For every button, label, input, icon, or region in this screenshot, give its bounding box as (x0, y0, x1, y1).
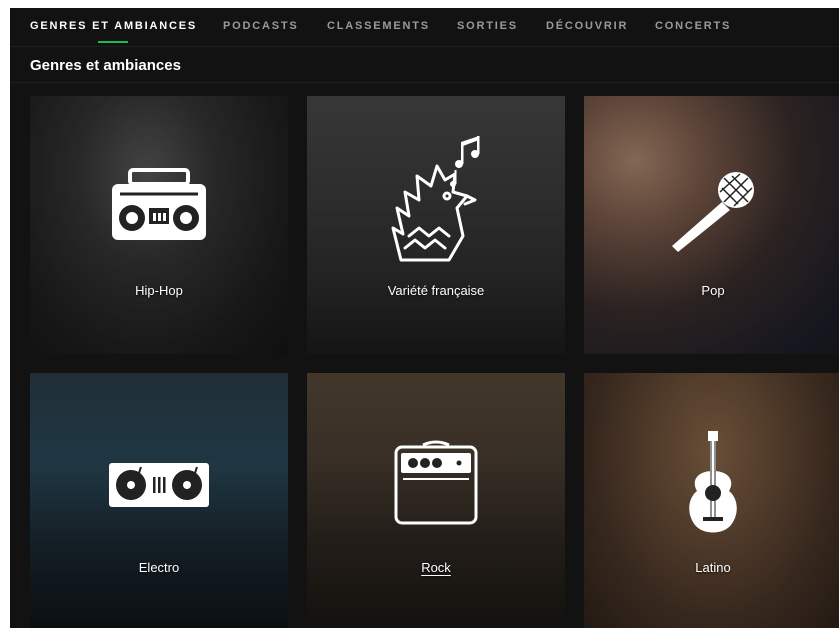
boombox-icon (112, 168, 206, 240)
genre-tile-latino[interactable]: Latino (584, 373, 839, 628)
tab-classements[interactable]: CLASSEMENTS (327, 20, 430, 32)
tab-podcasts[interactable]: PODCASTS (223, 20, 299, 32)
turntables-icon (109, 463, 209, 507)
divider (10, 82, 839, 83)
microphone-icon (672, 172, 754, 252)
amplifier-icon (394, 440, 478, 525)
active-tab-indicator (98, 41, 128, 43)
genre-label: Variété française (387, 283, 485, 298)
tab-genres[interactable]: GENRES ET AMBIANCES (30, 20, 197, 32)
genre-label: Pop (701, 283, 725, 298)
genre-label: Electro (138, 560, 180, 575)
top-nav: GENRES ET AMBIANCES PODCASTS CLASSEMENTS… (10, 8, 839, 47)
genre-tile-pop[interactable]: Pop (584, 96, 839, 354)
genre-label: Rock (421, 560, 451, 575)
guitar-icon (689, 431, 737, 533)
tab-sorties[interactable]: SORTIES (457, 20, 518, 32)
genre-label: Latino (695, 560, 731, 575)
page-title: Genres et ambiances (30, 57, 181, 74)
genre-tile-electro[interactable]: Electro (30, 373, 288, 628)
genre-tile-hip-hop[interactable]: Hip-Hop (30, 96, 288, 354)
tab-decouvrir[interactable]: DÉCOUVRIR (546, 20, 628, 32)
app-window: GENRES ET AMBIANCES PODCASTS CLASSEMENTS… (10, 8, 839, 628)
rooster-icon (391, 136, 480, 262)
tab-concerts[interactable]: CONCERTS (655, 20, 731, 32)
genre-tile-rock[interactable]: Rock (307, 373, 565, 628)
genre-tile-variete-francaise[interactable]: Variété française (307, 96, 565, 354)
genre-label: Hip-Hop (135, 283, 183, 298)
